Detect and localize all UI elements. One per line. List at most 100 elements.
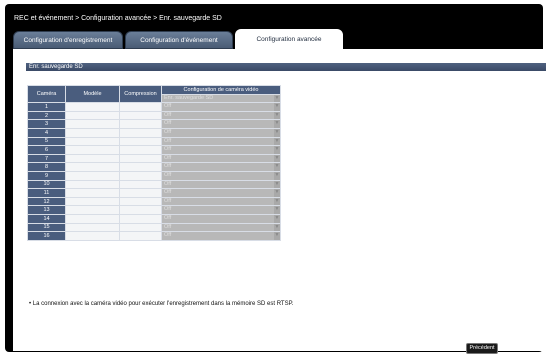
breadcrumb: REC et événement > Configuration avancée…: [14, 15, 222, 22]
config-cell: Off ▼: [161, 136, 281, 147]
chevron-down-icon: ▼: [274, 94, 280, 103]
model-cell: [65, 153, 120, 164]
model-cell: [65, 145, 120, 155]
chevron-down-icon: ▼: [274, 223, 280, 232]
compression-cell: [119, 213, 162, 224]
table-row: 6 Off ▼: [27, 145, 281, 155]
compression-cell: [119, 188, 162, 198]
sd-backup-select[interactable]: Off ▼: [162, 171, 280, 180]
header-config: Configuration de caméra vidéo: [161, 85, 281, 95]
sd-backup-select[interactable]: Off ▼: [162, 206, 280, 214]
chevron-down-icon: ▼: [274, 180, 280, 189]
all-cameras-select[interactable]: Enr. sauvegarde SD ▼: [162, 94, 280, 103]
config-cell: Off ▼: [161, 162, 281, 172]
model-cell: [65, 231, 120, 241]
chevron-down-icon: ▼: [274, 189, 280, 197]
config-cell: Off ▼: [161, 205, 281, 215]
sd-backup-select[interactable]: Off ▼: [162, 232, 280, 240]
compression-cell: [119, 119, 162, 129]
sd-backup-select[interactable]: Off ▼: [162, 120, 280, 128]
back-button[interactable]: Précédent: [466, 343, 498, 354]
compression-cell: [119, 196, 162, 207]
compression-cell: [119, 222, 162, 233]
app-window: REC et événement > Configuration avancée…: [5, 4, 547, 354]
compression-cell: [119, 162, 162, 172]
compression-cell: [119, 205, 162, 215]
config-cell: Off ▼: [161, 222, 281, 233]
sd-backup-select-value: Off: [164, 111, 172, 118]
model-cell: [65, 162, 120, 172]
table-row: 15 Off ▼: [27, 222, 281, 233]
camera-number: 11: [27, 188, 66, 198]
rtsp-note: • La connexion avec la caméra vidéo pour…: [29, 301, 294, 307]
model-cell: [65, 136, 120, 147]
sd-backup-select[interactable]: Off ▼: [162, 189, 280, 197]
camera-number: 16: [27, 231, 66, 241]
sd-backup-select[interactable]: Off ▼: [162, 146, 280, 154]
all-cameras-select-value: Enr. sauvegarde SD: [164, 94, 214, 101]
compression-cell: [119, 231, 162, 241]
tab-event-config[interactable]: Configuration d'événement: [125, 31, 233, 49]
sd-backup-select-value: Off: [164, 223, 172, 230]
camera-number: 13: [27, 205, 66, 215]
sd-backup-select-value: Off: [164, 206, 172, 213]
sd-backup-select[interactable]: Off ▼: [162, 137, 280, 146]
sd-backup-select[interactable]: Off ▼: [162, 214, 280, 223]
table-row: 7 Off ▼: [27, 153, 281, 164]
sd-backup-select-value: Off: [164, 163, 172, 170]
model-cell: [65, 102, 120, 112]
content-panel: Enr. sauvegarde SD Caméra Modèle Compres…: [13, 49, 547, 354]
sd-backup-select[interactable]: Off ▼: [162, 163, 280, 171]
config-cell: Off ▼: [161, 102, 281, 112]
table-row: 3 Off ▼: [27, 119, 281, 129]
chevron-down-icon: ▼: [274, 214, 280, 223]
compression-cell: [119, 170, 162, 181]
chevron-down-icon: ▼: [274, 206, 280, 214]
config-cell: Off ▼: [161, 196, 281, 207]
compression-cell: [119, 110, 162, 121]
sd-backup-select-value: Off: [164, 232, 172, 239]
camera-number: 5: [27, 136, 66, 147]
chevron-down-icon: ▼: [274, 154, 280, 163]
sd-backup-select-value: Off: [164, 189, 172, 196]
camera-number: 7: [27, 153, 66, 164]
sd-backup-select-value: Off: [164, 146, 172, 153]
sd-backup-select[interactable]: Off ▼: [162, 197, 280, 206]
model-cell: [65, 222, 120, 233]
compression-cell: [119, 102, 162, 112]
config-cell: Off ▼: [161, 170, 281, 181]
config-cell: Off ▼: [161, 213, 281, 224]
table-row: 9 Off ▼: [27, 170, 281, 181]
camera-number: 9: [27, 170, 66, 181]
sd-backup-select[interactable]: Off ▼: [162, 180, 280, 189]
sd-backup-select[interactable]: Off ▼: [162, 154, 280, 163]
model-cell: [65, 196, 120, 207]
tab-advanced-config[interactable]: Configuration avancée: [235, 29, 343, 50]
table-row: 5 Off ▼: [27, 136, 281, 147]
table-row: 10 Off ▼: [27, 179, 281, 190]
header-camera: Caméra: [27, 84, 66, 104]
camera-number: 2: [27, 110, 66, 121]
table-row: 8 Off ▼: [27, 162, 281, 172]
table-row: 4 Off ▼: [27, 127, 281, 138]
sd-backup-select[interactable]: Off ▼: [162, 223, 280, 232]
config-cell: Off ▼: [161, 153, 281, 164]
tab-recording-config[interactable]: Configuration d'enregistrement: [13, 31, 123, 49]
config-cell: Off ▼: [161, 127, 281, 138]
sd-backup-select[interactable]: Off ▼: [162, 111, 280, 120]
model-cell: [65, 170, 120, 181]
camera-number: 12: [27, 196, 66, 207]
sd-backup-select-value: Off: [164, 214, 172, 221]
config-cell: Off ▼: [161, 179, 281, 190]
sd-backup-select-value: Off: [164, 103, 172, 110]
chevron-down-icon: ▼: [274, 137, 280, 146]
sd-backup-select[interactable]: Off ▼: [162, 103, 280, 111]
camera-number: 6: [27, 145, 66, 155]
config-cell: Off ▼: [161, 231, 281, 241]
compression-cell: [119, 145, 162, 155]
header-compression: Compression: [119, 84, 162, 104]
sd-backup-select[interactable]: Off ▼: [162, 128, 280, 137]
table-row: 1 Off ▼: [27, 102, 281, 112]
camera-number: 15: [27, 222, 66, 233]
chevron-down-icon: ▼: [274, 197, 280, 206]
